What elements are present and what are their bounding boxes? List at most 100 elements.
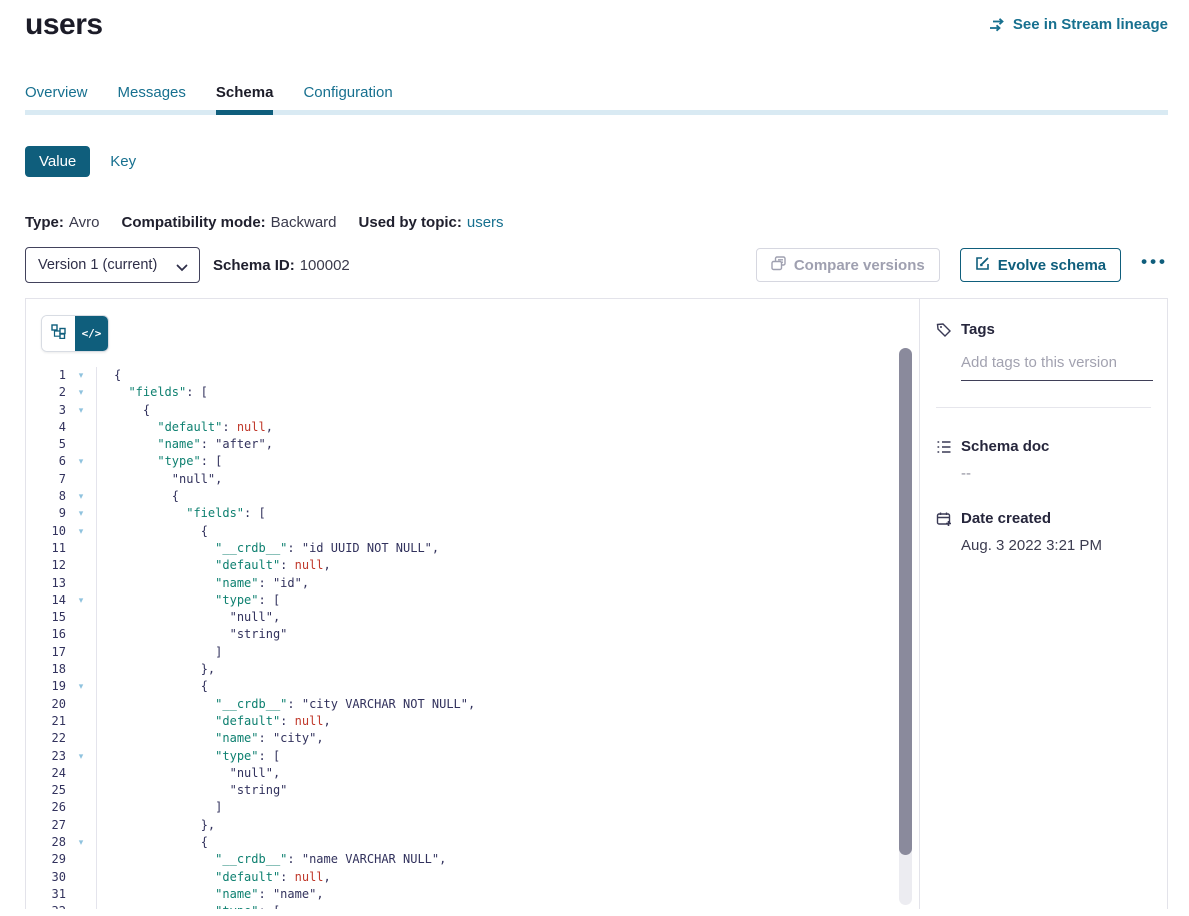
tree-view-icon — [51, 324, 66, 344]
key-tab-button[interactable]: Key — [110, 153, 136, 170]
code-line-16: 16"string" — [26, 626, 919, 643]
code-line-30: 30"default": null, — [26, 869, 919, 886]
tab-configuration[interactable]: Configuration — [303, 84, 392, 115]
chevron-down-icon — [176, 260, 188, 276]
tree-view-button[interactable] — [42, 316, 75, 351]
line-number: 31 — [26, 886, 66, 903]
schema-doc-title: Schema doc — [961, 438, 1049, 455]
fold-arrow-icon[interactable]: ▾ — [66, 834, 96, 851]
code-text: { — [114, 402, 150, 419]
fold-arrow-icon[interactable]: ▾ — [66, 903, 96, 909]
line-number: 11 — [26, 540, 66, 557]
fold-arrow-icon[interactable]: ▾ — [66, 367, 96, 384]
code-text: "null", — [114, 765, 280, 782]
line-number: 8 — [26, 488, 66, 505]
line-number: 9 — [26, 505, 66, 522]
schema-id-value: 100002 — [300, 257, 350, 274]
code-line-2: 2▾"fields": [ — [26, 384, 919, 401]
fold-arrow-icon[interactable]: ▾ — [66, 488, 96, 505]
version-select-value: Version 1 (current) — [38, 257, 157, 273]
see-in-stream-lineage-link[interactable]: See in Stream lineage — [989, 16, 1168, 33]
code-line-28: 28▾{ — [26, 834, 919, 851]
code-text: "default": null, — [114, 557, 331, 574]
editor-scrollbar-track[interactable] — [899, 348, 912, 905]
schema-doc-icon — [936, 439, 952, 455]
fold-arrow-icon[interactable]: ▾ — [66, 402, 96, 419]
code-view-button[interactable]: </> — [75, 316, 108, 351]
code-text: }, — [114, 817, 215, 834]
page-header: users See in Stream lineage — [25, 0, 1168, 44]
evolve-schema-button[interactable]: Evolve schema — [960, 248, 1121, 282]
fold-arrow-empty — [66, 644, 96, 661]
code-text: { — [114, 367, 121, 384]
code-text: "string" — [114, 782, 287, 799]
code-line-7: 7"null", — [26, 471, 919, 488]
editor-scrollbar-thumb[interactable] — [899, 348, 912, 855]
line-number: 13 — [26, 575, 66, 592]
code-text: }, — [114, 661, 215, 678]
tab-bar: Overview Messages Schema Configuration — [25, 84, 1168, 115]
tab-schema[interactable]: Schema — [216, 84, 274, 115]
fold-arrow-empty — [66, 765, 96, 782]
line-number: 10 — [26, 523, 66, 540]
gutter-separator — [96, 367, 97, 909]
fold-arrow-empty — [66, 557, 96, 574]
value-tab-button[interactable]: Value — [25, 146, 90, 177]
tab-messages[interactable]: Messages — [118, 84, 186, 115]
fold-arrow-empty — [66, 609, 96, 626]
see-in-stream-lineage-label: See in Stream lineage — [1013, 16, 1168, 33]
fold-arrow-icon[interactable]: ▾ — [66, 678, 96, 695]
code-line-3: 3▾{ — [26, 402, 919, 419]
tab-overview[interactable]: Overview — [25, 84, 88, 115]
used-by-topic-link[interactable]: users — [467, 214, 504, 231]
fold-arrow-icon[interactable]: ▾ — [66, 505, 96, 522]
code-text: "default": null, — [114, 713, 331, 730]
schema-panel: </> 1▾{2▾"fields": [3▾{4"default": null,… — [25, 298, 1168, 909]
date-created-title: Date created — [961, 510, 1051, 527]
line-number: 5 — [26, 436, 66, 453]
fold-arrow-empty — [66, 713, 96, 730]
version-select[interactable]: Version 1 (current) — [25, 247, 200, 283]
code-line-29: 29"__crdb__": "name VARCHAR NULL", — [26, 851, 919, 868]
line-number: 15 — [26, 609, 66, 626]
code-line-22: 22"name": "city", — [26, 730, 919, 747]
fold-arrow-empty — [66, 851, 96, 868]
fold-arrow-icon[interactable]: ▾ — [66, 592, 96, 609]
code-line-9: 9▾ "fields": [ — [26, 505, 919, 522]
line-number: 32 — [26, 903, 66, 909]
version-bar: Version 1 (current) Schema ID: 100002 Co… — [25, 247, 1168, 283]
add-tags-input[interactable] — [961, 352, 1153, 381]
code-editor[interactable]: 1▾{2▾"fields": [3▾{4"default": null,5"na… — [26, 367, 919, 909]
tag-icon — [936, 322, 952, 338]
fold-arrow-empty — [66, 436, 96, 453]
sidebar-divider — [936, 407, 1151, 408]
fold-arrow-icon[interactable]: ▾ — [66, 748, 96, 765]
code-line-31: 31 "name": "name", — [26, 886, 919, 903]
code-text: ] — [114, 644, 222, 661]
line-number: 29 — [26, 851, 66, 868]
compare-versions-icon — [771, 256, 786, 275]
fold-arrow-empty — [66, 730, 96, 747]
fold-arrow-icon[interactable]: ▾ — [66, 384, 96, 401]
more-options-button[interactable]: ••• — [1141, 252, 1168, 278]
schema-code-pane: </> 1▾{2▾"fields": [3▾{4"default": null,… — [26, 299, 919, 909]
fold-arrow-empty — [66, 886, 96, 903]
line-number: 26 — [26, 799, 66, 816]
view-mode-toggle: </> — [41, 315, 109, 352]
fold-arrow-icon[interactable]: ▾ — [66, 453, 96, 470]
code-line-26: 26] — [26, 799, 919, 816]
value-key-toggle: Value Key — [25, 146, 1168, 177]
code-line-32: 32▾"type": [ — [26, 903, 919, 909]
fold-arrow-empty — [66, 575, 96, 592]
evolve-schema-edit-icon — [975, 256, 990, 275]
fold-arrow-icon[interactable]: ▾ — [66, 523, 96, 540]
fold-arrow-empty — [66, 626, 96, 643]
code-line-24: 24"null", — [26, 765, 919, 782]
code-text: "fields": [ — [114, 505, 266, 522]
line-number: 2 — [26, 384, 66, 401]
line-number: 27 — [26, 817, 66, 834]
code-text: "name": "name", — [114, 886, 324, 903]
line-number: 19 — [26, 678, 66, 695]
code-text: "null", — [114, 609, 280, 626]
compare-versions-button[interactable]: Compare versions — [756, 248, 940, 282]
